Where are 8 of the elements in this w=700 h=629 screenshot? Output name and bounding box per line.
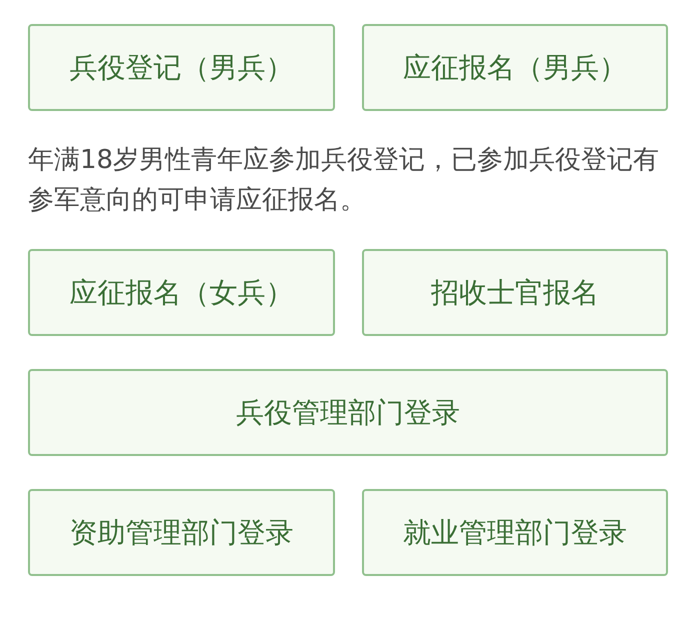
link-button[interactable]: 兵役管理部门登录	[28, 369, 668, 456]
link-button[interactable]: 招收士官报名	[362, 249, 668, 336]
link-button[interactable]: 兵役登记（男兵）	[28, 24, 334, 111]
link-button[interactable]: 应征报名（女兵）	[28, 249, 334, 336]
info-text: 年满18岁男性青年应参加兵役登记，已参加兵役登记有参军意向的可申请应征报名。	[28, 144, 660, 217]
link-button[interactable]: 就业管理部门登录	[362, 489, 668, 576]
link-button[interactable]: 应征报名（男兵）	[362, 24, 668, 111]
link-button[interactable]: 资助管理部门登录	[28, 489, 334, 576]
